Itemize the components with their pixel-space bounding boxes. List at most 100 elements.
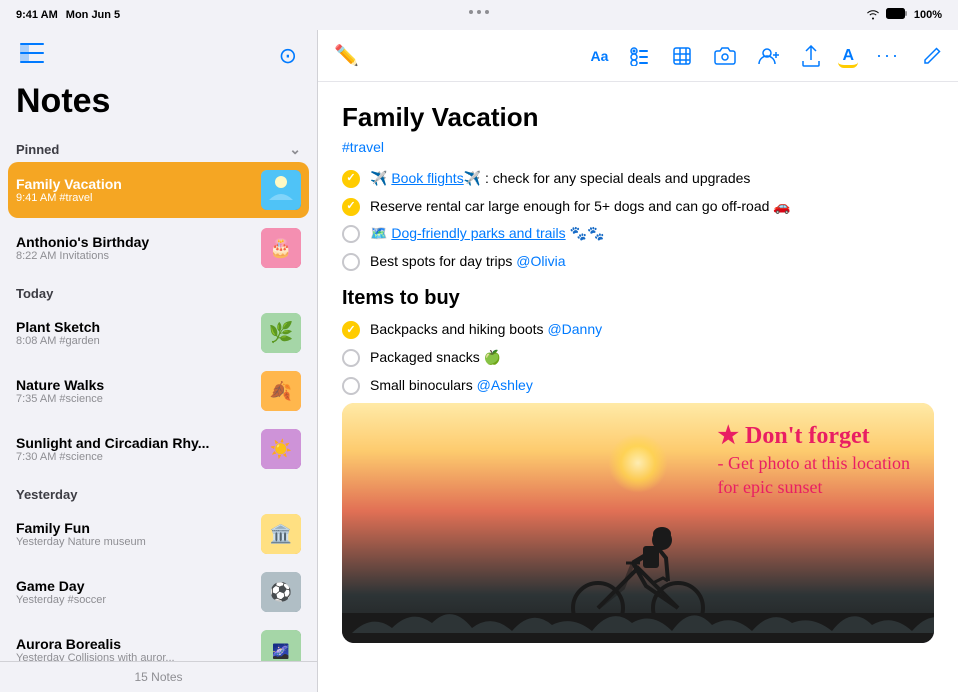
note-item-family-fun[interactable]: Family Fun Yesterday Nature museum 🏛️: [8, 506, 309, 562]
note-meta: 9:41 AM #travel: [16, 192, 253, 204]
main-content: ✏️ Aa: [318, 30, 958, 692]
note-meta: 7:30 AM #science: [16, 451, 253, 463]
note-body: Family Vacation #travel ✈️ Book flights✈…: [318, 82, 958, 692]
mention-ashley: @Ashley: [477, 377, 533, 393]
handwriting-line1: ★ Don't forget: [718, 423, 870, 449]
main-toolbar: ✏️ Aa: [318, 30, 958, 82]
more-toolbar-button[interactable]: ···: [872, 41, 904, 70]
mention-danny: @Danny: [547, 321, 602, 337]
today-label: Today: [16, 286, 53, 301]
dog-parks-link[interactable]: Dog-friendly parks and trails: [391, 225, 565, 241]
note-hashtag: #travel: [342, 139, 934, 155]
checklist-text-7: Small binoculars @Ashley: [370, 376, 533, 396]
note-meta: 7:35 AM #science: [16, 393, 253, 405]
highlight-button[interactable]: A: [838, 43, 858, 68]
status-bar: 9:41 AM Mon Jun 5 100%: [0, 0, 958, 30]
checkbox-2[interactable]: [342, 198, 360, 216]
notes-title: Notes: [0, 82, 317, 133]
note-thumbnail: 🌿: [261, 313, 301, 353]
checklist-item-6: Packaged snacks 🍏: [342, 348, 934, 368]
add-person-button[interactable]: [754, 43, 784, 69]
status-date: Mon Jun 5: [66, 9, 120, 21]
sidebar-toggle-button[interactable]: [16, 39, 48, 73]
checklist-text-5: Backpacks and hiking boots @Danny: [370, 320, 602, 340]
table-button[interactable]: [668, 42, 696, 70]
compose-button[interactable]: [918, 42, 946, 70]
note-title: Family Vacation: [16, 176, 253, 192]
note-thumbnail: ☀️: [261, 429, 301, 469]
sidebar: ⊙ Notes Pinned ⌄ Family Vacation 9:41 AM…: [0, 30, 318, 692]
note-meta: Yesterday Collisions with auror...: [16, 652, 253, 661]
checkbox-4[interactable]: [342, 253, 360, 271]
more-options-button[interactable]: ⊙: [275, 39, 301, 73]
checklist-text-3: 🗺️ Dog-friendly parks and trails 🐾🐾: [370, 224, 604, 244]
note-thumbnail: [261, 170, 301, 210]
note-title: Family Fun: [16, 520, 253, 536]
svg-text:🎂: 🎂: [270, 237, 292, 259]
note-title: Aurora Borealis: [16, 636, 253, 652]
note-item-nature-walks[interactable]: Nature Walks 7:35 AM #science 🍂: [8, 363, 309, 419]
checkbox-3[interactable]: [342, 225, 360, 243]
battery-label: 100%: [914, 9, 942, 21]
note-thumbnail: 🌌: [261, 630, 301, 661]
note-thumbnail: 🏛️: [261, 514, 301, 554]
note-thumbnail: ⚽: [261, 572, 301, 612]
note-item-plant-sketch[interactable]: Plant Sketch 8:08 AM #garden 🌿: [8, 305, 309, 361]
svg-text:☀️: ☀️: [270, 438, 292, 460]
wifi-icon: [866, 8, 880, 23]
checkbox-1[interactable]: [342, 170, 360, 188]
svg-text:🌌: 🌌: [272, 643, 289, 660]
note-item-family-vacation[interactable]: Family Vacation 9:41 AM #travel: [8, 162, 309, 218]
pinned-section-header: Pinned ⌄: [8, 133, 309, 162]
checklist-item-1: ✈️ Book flights✈️ : check for any specia…: [342, 169, 934, 189]
book-flights-link[interactable]: Book flights: [391, 170, 463, 186]
checklist-text-1: ✈️ Book flights✈️ : check for any specia…: [370, 169, 750, 189]
checkbox-7[interactable]: [342, 377, 360, 395]
svg-text:🍂: 🍂: [270, 380, 292, 401]
note-thumbnail: 🍂: [261, 371, 301, 411]
app-container: ⊙ Notes Pinned ⌄ Family Vacation 9:41 AM…: [0, 30, 958, 692]
note-item-sunlight-circadian[interactable]: Sunlight and Circadian Rhy... 7:30 AM #s…: [8, 421, 309, 477]
sidebar-toolbar: ⊙: [0, 30, 317, 82]
checklist-item-2: Reserve rental car large enough for 5+ d…: [342, 197, 934, 217]
note-title: Plant Sketch: [16, 319, 253, 335]
svg-text:🏛️: 🏛️: [270, 523, 292, 544]
note-thumbnail: 🎂: [261, 228, 301, 268]
note-title: Game Day: [16, 578, 253, 594]
note-item-aurora-borealis[interactable]: Aurora Borealis Yesterday Collisions wit…: [8, 622, 309, 661]
handwriting-overlay: ★ Don't forget - Get photo at this locat…: [718, 421, 910, 499]
note-item-anthonios-birthday[interactable]: Anthonio's Birthday 8:22 AM Invitations …: [8, 220, 309, 276]
checklist-text-4: Best spots for day trips @Olivia: [370, 252, 566, 272]
note-image: ★ Don't forget - Get photo at this locat…: [342, 403, 934, 643]
camera-button[interactable]: [710, 43, 740, 69]
notes-count: 15 Notes: [0, 661, 317, 692]
note-heading: Family Vacation: [342, 102, 934, 133]
checklist-item-7: Small binoculars @Ashley: [342, 376, 934, 396]
note-meta: 8:22 AM Invitations: [16, 250, 253, 262]
items-to-buy-title: Items to buy: [342, 287, 934, 310]
status-time: 9:41 AM: [16, 9, 58, 21]
back-button[interactable]: ✏️: [330, 39, 363, 72]
svg-text:🌿: 🌿: [269, 320, 294, 344]
svg-text:⚽: ⚽: [269, 581, 292, 602]
pinned-label: Pinned: [16, 142, 59, 157]
font-format-button[interactable]: Aa: [587, 44, 613, 68]
note-item-game-day[interactable]: Game Day Yesterday #soccer ⚽: [8, 564, 309, 620]
note-title: Nature Walks: [16, 377, 253, 393]
battery-icon: [886, 8, 908, 22]
note-title: Sunlight and Circadian Rhy...: [16, 435, 253, 451]
checklist-text-6: Packaged snacks 🍏: [370, 348, 501, 368]
checkbox-5[interactable]: [342, 321, 360, 339]
handwriting-line2: - Get photo at this location: [718, 453, 910, 473]
note-title: Anthonio's Birthday: [16, 234, 253, 250]
mention-olivia: @Olivia: [516, 253, 565, 269]
checkbox-6[interactable]: [342, 349, 360, 367]
pinned-chevron-icon[interactable]: ⌄: [289, 141, 301, 158]
checklist-item-4: Best spots for day trips @Olivia: [342, 252, 934, 272]
checklist-item-5: Backpacks and hiking boots @Danny: [342, 320, 934, 340]
checklist-text-2: Reserve rental car large enough for 5+ d…: [370, 197, 791, 217]
yesterday-label: Yesterday: [16, 487, 77, 502]
notes-list: Pinned ⌄ Family Vacation 9:41 AM #travel: [0, 133, 317, 661]
checklist-button[interactable]: [626, 42, 654, 70]
share-button[interactable]: [798, 41, 824, 71]
